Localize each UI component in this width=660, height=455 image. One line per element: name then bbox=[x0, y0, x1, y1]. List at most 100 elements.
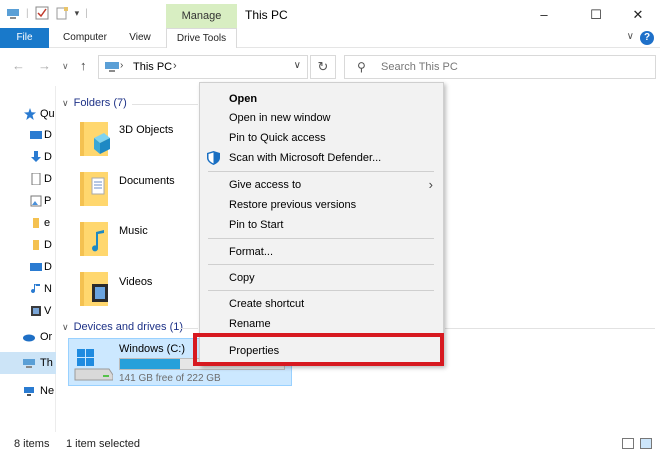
drive-name: Windows (C:) bbox=[119, 343, 186, 355]
menu-item-give-access[interactable]: Give access to › bbox=[200, 175, 443, 195]
nav-this-pc[interactable]: Th bbox=[0, 352, 56, 374]
music-folder-icon[interactable] bbox=[80, 220, 110, 258]
quick-access-toolbar: | ▾ | bbox=[6, 6, 88, 20]
drive-usage-fill bbox=[120, 359, 180, 369]
folder-name-documents[interactable]: Documents bbox=[119, 175, 175, 187]
menu-item-label: Format... bbox=[229, 246, 274, 258]
title-bar: | ▾ | Manage This PC – ☐ ✕ bbox=[0, 0, 660, 28]
drives-header-label: Devices and drives (1) bbox=[73, 321, 184, 333]
nav-quick-access[interactable]: Qu bbox=[0, 103, 56, 125]
properties-highlight-box bbox=[193, 333, 444, 366]
nav-folder-e[interactable]: e bbox=[0, 212, 56, 234]
context-menu: Open Open in new window Pin to Quick acc… bbox=[199, 82, 444, 366]
details-view-icon[interactable] bbox=[622, 438, 634, 449]
customize-toolbar-dropdown-icon[interactable]: ▾ bbox=[75, 8, 80, 19]
drive-free-space: 141 GB free of 222 GB bbox=[119, 373, 221, 384]
menu-item-open-new-window[interactable]: Open in new window bbox=[200, 108, 443, 128]
new-folder-icon[interactable] bbox=[55, 6, 69, 20]
onedrive-icon bbox=[23, 334, 35, 342]
breadcrumb-separator[interactable]: › bbox=[173, 60, 177, 72]
shield-icon bbox=[207, 151, 220, 165]
recent-locations-icon[interactable]: ∨ bbox=[62, 61, 69, 72]
group-divider bbox=[132, 104, 198, 105]
refresh-icon: ↻ bbox=[317, 59, 329, 74]
status-bar: 8 items 1 item selected bbox=[0, 432, 660, 455]
folder-name-music[interactable]: Music bbox=[119, 225, 148, 237]
folder-name-3d-objects[interactable]: 3D Objects bbox=[119, 124, 173, 136]
menu-item-label: Copy bbox=[229, 272, 255, 284]
nav-videos[interactable]: V bbox=[0, 300, 56, 322]
menu-item-label: Pin to Start bbox=[229, 219, 284, 231]
nav-label: V bbox=[44, 305, 52, 317]
menu-item-format[interactable]: Format... bbox=[200, 242, 443, 262]
address-bar[interactable]: › This PC › ∨ bbox=[98, 55, 308, 79]
nav-label: e bbox=[44, 217, 51, 229]
nav-documents[interactable]: D bbox=[0, 168, 56, 190]
drives-group-header[interactable]: ∨ Devices and drives (1) bbox=[62, 321, 183, 333]
tab-view[interactable]: View bbox=[122, 28, 158, 48]
tab-file[interactable]: File bbox=[0, 28, 49, 48]
nav-folder-d[interactable]: D bbox=[0, 234, 56, 256]
tab-drive-tools[interactable]: Drive Tools bbox=[166, 28, 237, 48]
search-box[interactable]: ⚲ Search This PC bbox=[344, 55, 656, 79]
folders-group-header[interactable]: ∨ Folders (7) bbox=[62, 97, 127, 109]
nav-onedrive[interactable]: Or bbox=[0, 326, 56, 348]
menu-item-pin-start[interactable]: Pin to Start bbox=[200, 215, 443, 235]
menu-separator bbox=[208, 290, 434, 291]
menu-item-pin-quick-access[interactable]: Pin to Quick access bbox=[200, 128, 443, 148]
nav-label: Qu bbox=[40, 108, 55, 120]
tab-computer[interactable]: Computer bbox=[58, 28, 112, 48]
menu-item-copy[interactable]: Copy bbox=[200, 268, 443, 288]
address-history-dropdown-icon[interactable]: ∨ bbox=[294, 60, 301, 71]
menu-item-create-shortcut[interactable]: Create shortcut bbox=[200, 294, 443, 314]
document-icon bbox=[31, 173, 41, 185]
nav-network[interactable]: Ne bbox=[0, 380, 56, 402]
close-button[interactable]: ✕ bbox=[620, 4, 656, 26]
menu-item-restore-versions[interactable]: Restore previous versions bbox=[200, 195, 443, 215]
maximize-button[interactable]: ☐ bbox=[578, 4, 614, 26]
manage-contextual-tab[interactable]: Manage bbox=[166, 4, 237, 28]
collapse-chevron-icon[interactable]: ∨ bbox=[62, 322, 69, 332]
refresh-button[interactable]: ↻ bbox=[310, 55, 336, 79]
videos-folder-icon[interactable] bbox=[80, 270, 110, 308]
nav-label: D bbox=[44, 173, 52, 185]
nav-label: D bbox=[44, 261, 52, 273]
video-icon bbox=[31, 306, 41, 316]
menu-item-open[interactable]: Open bbox=[200, 89, 443, 109]
expand-ribbon-icon[interactable]: ∨ bbox=[627, 31, 634, 42]
nav-music[interactable]: N bbox=[0, 278, 56, 300]
window-title: This PC bbox=[245, 8, 288, 22]
large-icons-view-icon[interactable] bbox=[640, 438, 652, 449]
windows-drive-icon bbox=[74, 349, 113, 381]
nav-downloads[interactable]: D bbox=[0, 146, 56, 168]
properties-check-icon[interactable] bbox=[35, 6, 49, 20]
pc-icon[interactable] bbox=[6, 6, 20, 20]
up-arrow-icon[interactable]: ↑ bbox=[80, 58, 87, 73]
menu-item-label: Pin to Quick access bbox=[229, 132, 326, 144]
collapse-chevron-icon[interactable]: ∨ bbox=[62, 98, 69, 108]
documents-folder-icon[interactable] bbox=[80, 170, 110, 208]
help-button[interactable]: ? bbox=[640, 31, 654, 45]
nav-pictures[interactable]: P bbox=[0, 190, 56, 212]
item-count: 8 items bbox=[14, 438, 50, 450]
submenu-arrow-icon: › bbox=[428, 177, 433, 192]
nav-label: D bbox=[44, 151, 52, 163]
menu-item-rename[interactable]: Rename bbox=[200, 314, 443, 334]
nav-desktop-2[interactable]: D bbox=[0, 256, 56, 278]
breadcrumb-this-pc[interactable]: This PC bbox=[133, 61, 172, 73]
forward-arrow-icon[interactable]: → bbox=[38, 58, 51, 73]
folder-name-videos[interactable]: Videos bbox=[119, 276, 152, 288]
menu-item-scan-defender[interactable]: Scan with Microsoft Defender... bbox=[200, 148, 443, 168]
breadcrumb-chevron-icon[interactable]: › bbox=[120, 60, 123, 71]
group-divider bbox=[180, 328, 198, 329]
downloads-icon bbox=[31, 151, 41, 162]
menu-item-label: Open in new window bbox=[229, 112, 331, 124]
menu-item-label: Open bbox=[229, 93, 258, 105]
3d-objects-folder-icon[interactable] bbox=[80, 120, 110, 158]
nav-desktop[interactable]: D bbox=[0, 124, 56, 146]
minimize-button[interactable]: – bbox=[526, 4, 562, 26]
music-icon bbox=[31, 284, 40, 294]
search-input[interactable]: Search This PC bbox=[381, 61, 458, 73]
menu-item-label: Create shortcut bbox=[229, 298, 305, 310]
back-arrow-icon[interactable]: ← bbox=[12, 58, 25, 73]
